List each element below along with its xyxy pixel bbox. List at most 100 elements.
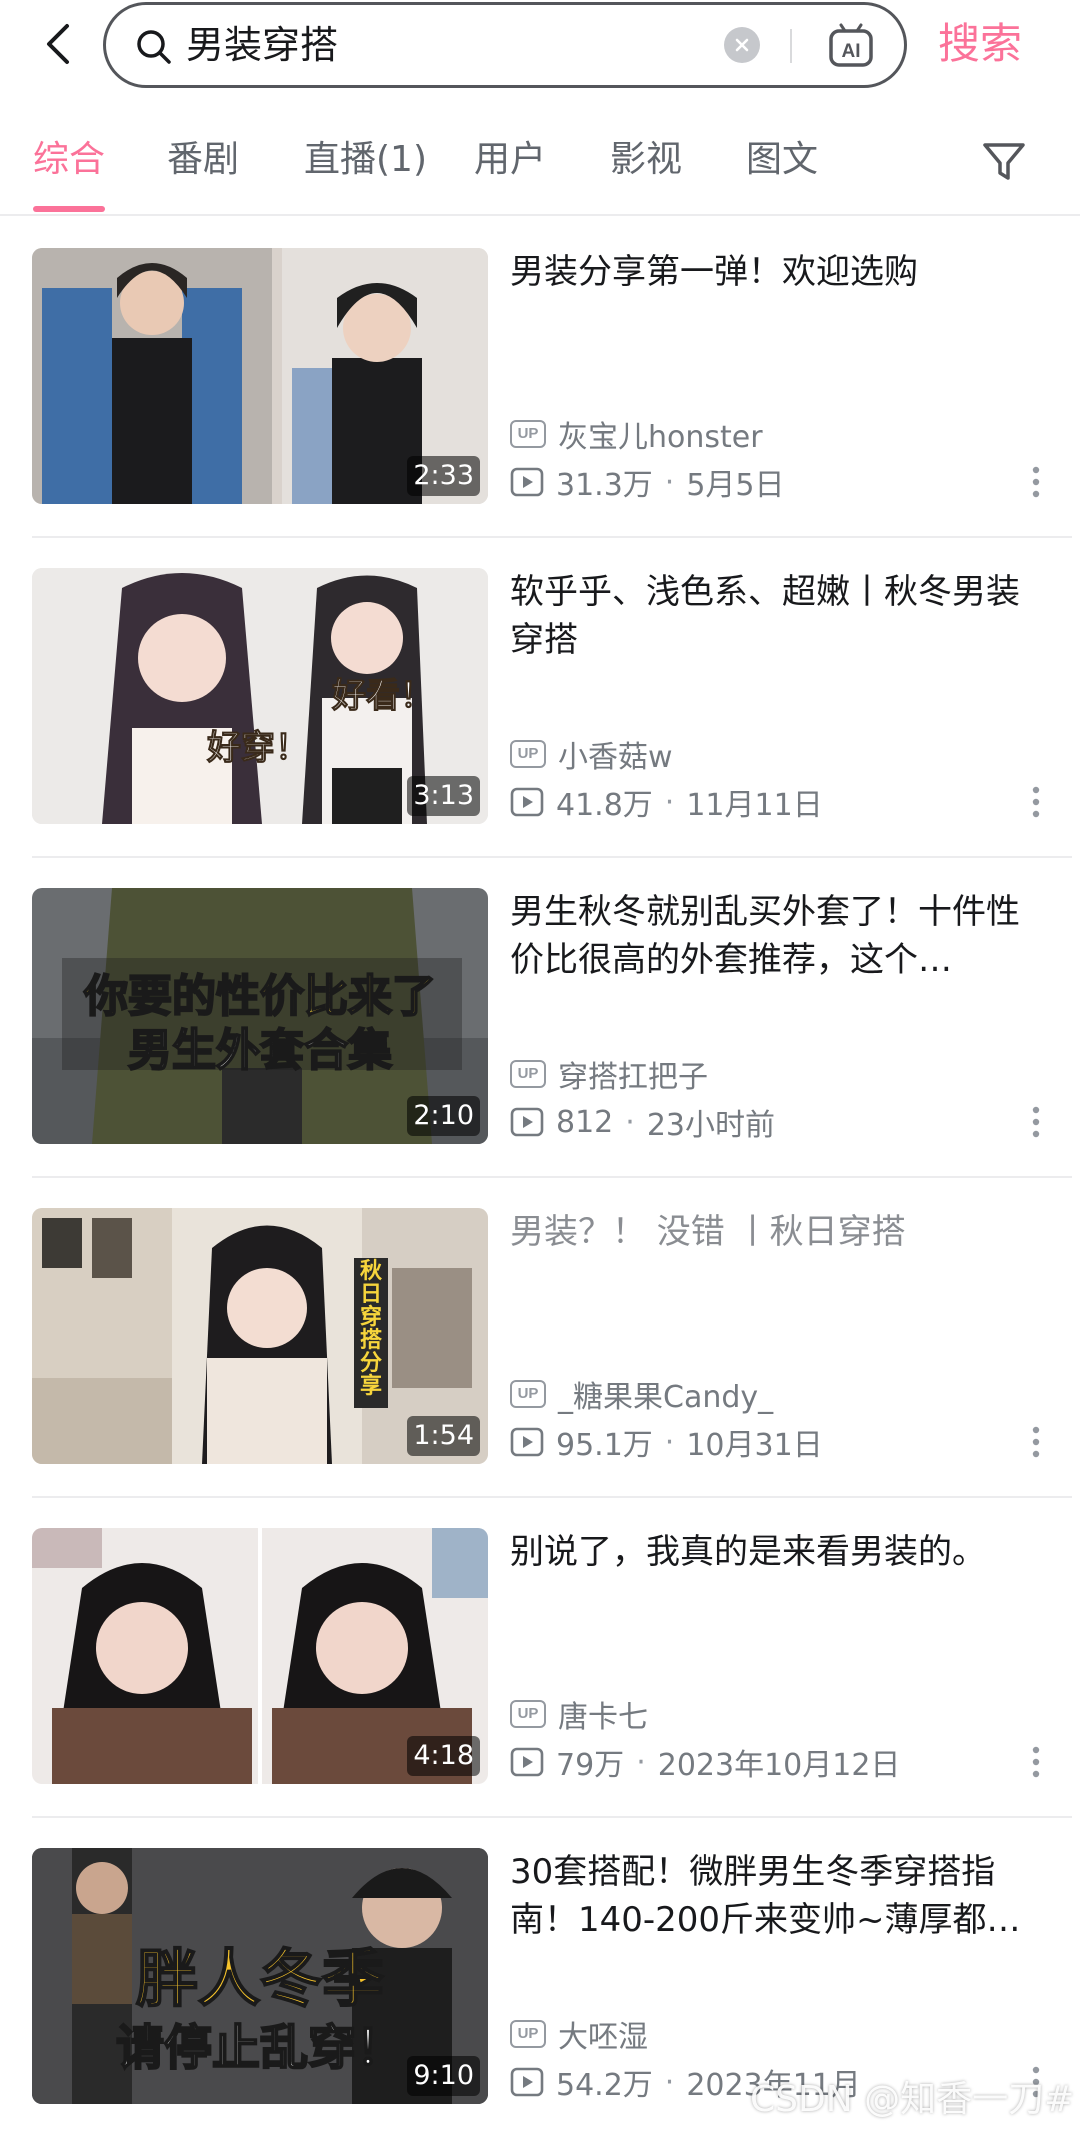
uploader-row[interactable]: UP 穿搭扛把子 <box>510 1054 708 1095</box>
video-result[interactable]: 秋日穿搭分享 1:54 男装？！ 没错 丨秋日穿搭 UP _糖果果Candy_ … <box>0 1178 1080 1498</box>
search-results-list: 2:33 男装分享第一弹！欢迎选购 UP 灰宝儿honster 31.3万 · … <box>0 218 1080 2138</box>
view-count: 95.1万 <box>556 1428 653 1463</box>
separator: · <box>636 1744 646 1780</box>
up-badge-icon: UP <box>510 2020 546 2048</box>
tab-articles[interactable]: 图文 <box>746 128 818 192</box>
video-result[interactable]: 4:18 别说了，我真的是来看男装的。 UP 唐卡七 79万 · 2023年10… <box>0 1498 1080 1818</box>
tab-live[interactable]: 直播(1) <box>304 128 427 192</box>
uploader-row[interactable]: UP 灰宝儿honster <box>510 414 763 455</box>
view-count: 41.8万 <box>556 788 653 823</box>
ai-assistant-icon: AI <box>829 23 873 67</box>
thumbnail-caption: 秋日穿搭分享 <box>359 1259 382 1399</box>
video-thumbnail[interactable]: 秋日穿搭分享 1:54 <box>32 1208 488 1464</box>
up-badge-icon: UP <box>510 420 546 448</box>
active-tab-indicator <box>33 206 105 212</box>
video-thumbnail[interactable]: 胖人冬季 请停止乱穿！ 9:10 <box>32 1848 488 2104</box>
tab-film-tv[interactable]: 影视 <box>610 128 682 192</box>
video-title[interactable]: 男生秋冬就别乱买外套了！十件性价比很高的外套推荐，这个… <box>510 888 1040 984</box>
more-options-icon[interactable] <box>1018 1422 1054 1462</box>
more-options-icon[interactable] <box>1018 1102 1054 1142</box>
uploader-row[interactable]: UP _糖果果Candy_ <box>510 1374 774 1415</box>
video-title[interactable]: 30套搭配！微胖男生冬季穿搭指南！140-200斤来变帅~薄厚都… <box>510 1848 1040 1944</box>
ai-label: AI <box>842 41 861 62</box>
separator: · <box>664 784 675 820</box>
video-result[interactable]: 你要的性价比来了 男生外套合集 2:10 男生秋冬就别乱买外套了！十件性价比很高… <box>0 858 1080 1178</box>
search-submit-button[interactable]: 搜索 <box>938 4 1022 84</box>
search-tabs: 综合 番剧 直播(1) 用户 影视 图文 <box>0 118 1080 216</box>
uploader-row[interactable]: UP 唐卡七 <box>510 1694 648 1735</box>
uploader-row[interactable]: UP 大呸湿 <box>510 2014 648 2055</box>
video-title[interactable]: 软乎乎、浅色系、超嫩丨秋冬男装穿搭 <box>510 568 1040 664</box>
video-duration: 2:10 <box>407 1096 480 1136</box>
uploader-name: 小香菇w <box>558 740 673 775</box>
stats-row: 95.1万 · 10月31日 <box>510 1422 823 1463</box>
video-thumbnail[interactable]: 好看！ 好穿！ 3:13 <box>32 568 488 824</box>
uploader-name: 大呸湿 <box>558 2020 648 2055</box>
video-thumbnail[interactable]: 2:33 <box>32 248 488 504</box>
search-bar[interactable]: 男装穿搭 AI <box>103 2 907 88</box>
search-divider <box>790 29 792 63</box>
separator: · <box>664 1424 675 1460</box>
publish-date: 23小时前 <box>646 1108 775 1143</box>
thumbnail-caption: 好看！ <box>332 676 435 717</box>
watermark: CSDN @知香一刀# <box>750 2079 1075 2120</box>
video-duration: 2:33 <box>407 456 480 496</box>
up-badge-icon: UP <box>510 1060 546 1088</box>
view-count: 79万 <box>556 1748 625 1783</box>
up-badge-icon: UP <box>510 1700 546 1728</box>
clear-button[interactable] <box>724 27 760 63</box>
video-thumbnail[interactable]: 你要的性价比来了 男生外套合集 2:10 <box>32 888 488 1144</box>
thumbnail-caption: 胖人冬季 <box>135 1941 385 2016</box>
stats-row: 41.8万 · 11月11日 <box>510 782 823 823</box>
clear-icon <box>735 38 749 52</box>
view-count: 31.3万 <box>556 468 653 503</box>
search-input[interactable]: 男装穿搭 <box>186 5 338 85</box>
chevron-left-icon <box>47 24 69 64</box>
separator: · <box>625 1104 635 1140</box>
video-duration: 9:10 <box>407 2056 480 2096</box>
more-options-icon[interactable] <box>1018 462 1054 502</box>
video-title[interactable]: 别说了，我真的是来看男装的。 <box>510 1528 1040 1576</box>
video-duration: 1:54 <box>407 1416 480 1456</box>
publish-date: 10月31日 <box>686 1428 823 1463</box>
play-count-icon <box>510 1747 544 1777</box>
search-header: 男装穿搭 AI 搜索 <box>0 0 1080 104</box>
publish-date: 11月11日 <box>686 788 823 823</box>
ai-assistant-button[interactable]: AI <box>826 21 876 71</box>
up-badge-icon: UP <box>510 1380 546 1408</box>
video-result[interactable]: 2:33 男装分享第一弹！欢迎选购 UP 灰宝儿honster 31.3万 · … <box>0 218 1080 538</box>
back-button[interactable] <box>28 8 88 80</box>
uploader-name: 灰宝儿honster <box>558 420 763 455</box>
publish-date: 2023年10月12日 <box>657 1748 901 1783</box>
stats-row: 79万 · 2023年10月12日 <box>510 1742 901 1783</box>
uploader-name: _糖果果Candy_ <box>558 1380 774 1415</box>
publish-date: 5月5日 <box>686 468 785 503</box>
video-thumbnail[interactable]: 4:18 <box>32 1528 488 1784</box>
view-count: 812 <box>556 1104 614 1140</box>
video-title[interactable]: 男装分享第一弹！欢迎选购 <box>510 248 1040 296</box>
tab-anime[interactable]: 番剧 <box>167 128 239 192</box>
video-title[interactable]: 男装？！ 没错 丨秋日穿搭 <box>510 1208 1040 1256</box>
separator: · <box>664 2064 675 2100</box>
thumbnail-caption: 好穿！ <box>207 728 310 769</box>
up-badge-icon: UP <box>510 740 546 768</box>
uploader-row[interactable]: UP 小香菇w <box>510 734 673 775</box>
play-count-icon <box>510 787 544 817</box>
more-options-icon[interactable] <box>1018 1742 1054 1782</box>
more-options-icon[interactable] <box>1018 782 1054 822</box>
view-count: 54.2万 <box>556 2068 653 2103</box>
stats-row: 31.3万 · 5月5日 <box>510 462 785 503</box>
play-count-icon <box>510 1427 544 1457</box>
video-duration: 3:13 <box>407 776 480 816</box>
uploader-name: 穿搭扛把子 <box>558 1060 708 1095</box>
search-icon <box>137 30 171 64</box>
tab-comprehensive[interactable]: 综合 <box>33 128 105 192</box>
uploader-name: 唐卡七 <box>558 1700 648 1735</box>
play-count-icon <box>510 1107 544 1137</box>
filter-button[interactable] <box>980 138 1028 186</box>
tab-users[interactable]: 用户 <box>474 128 546 192</box>
video-duration: 4:18 <box>407 1736 480 1776</box>
separator: · <box>664 464 675 500</box>
stats-row: 812 · 23小时前 <box>510 1102 775 1143</box>
video-result[interactable]: 好看！ 好穿！ 3:13 软乎乎、浅色系、超嫩丨秋冬男装穿搭 UP 小香菇w 4… <box>0 538 1080 858</box>
